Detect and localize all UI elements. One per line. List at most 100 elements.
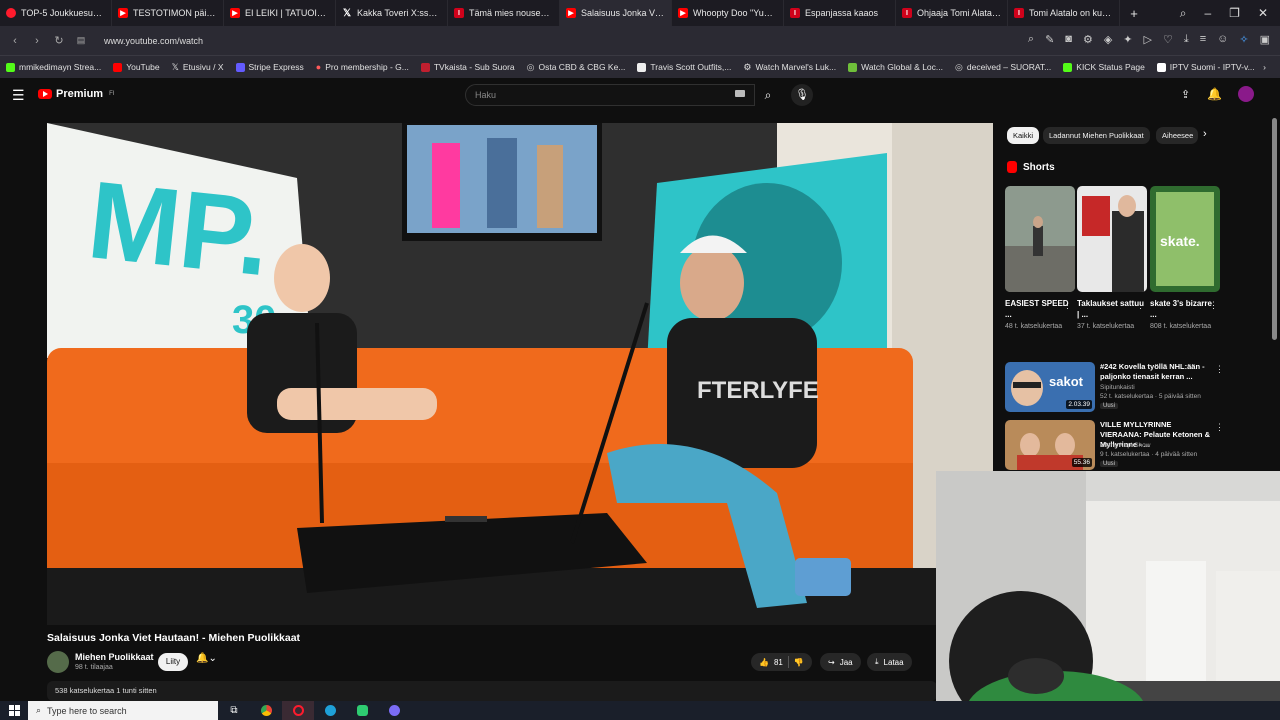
browser-tab[interactable]: ▶ TESTOTIMON päivä osa 1 [112,0,224,26]
new-tab-button[interactable]: + [1120,0,1148,26]
back-icon[interactable]: ‹ [4,35,26,47]
user-avatar[interactable] [1238,86,1254,102]
more-options-icon[interactable]: ⋮ [1136,300,1145,311]
like-button[interactable]: 👍 81 👎 [751,653,812,671]
views-and-date: 538 katselukertaa 1 tunti sitten [55,686,157,695]
opera-gx-icon[interactable] [282,701,314,720]
android-icon [848,62,858,72]
browser-tab[interactable]: I Tomi Alatalo on kuollut [1008,0,1120,26]
sidebar-icon[interactable]: ▣ [1260,33,1270,46]
bookmark[interactable]: Watch Global & Loc... [848,62,943,72]
chip-related[interactable]: Aiheesee [1156,127,1198,144]
pin-icon: ● [315,62,322,72]
hamburger-menu-icon[interactable]: ☰ [12,87,25,104]
page-scrollbar[interactable] [1272,118,1277,340]
more-options-icon[interactable]: ⋮ [1209,300,1218,311]
join-button[interactable]: Liity [158,653,188,671]
play-icon[interactable]: ▷ [1144,33,1152,46]
browser-tab[interactable]: I Tämä mies nousee valta [448,0,560,26]
bookmark[interactable]: mmikedimayn Strea... [6,62,101,72]
browser-tab[interactable]: I Ohjaaja Tomi Alatalon i [896,0,1008,26]
bookmark[interactable]: IPTV Suomi - IPTV-v... [1156,62,1255,72]
recommended-video[interactable]: sakot 2.03.39 #242 Kovella työllä NHL:ää… [1005,362,1224,412]
more-options-icon[interactable]: ⋮ [1215,364,1224,375]
edge-icon[interactable] [314,701,346,720]
search-input[interactable]: Haku [465,84,755,106]
download-icon: ⤓ [875,657,879,666]
thumbs-down-icon[interactable]: 👎 [794,658,804,667]
bookmark[interactable]: TVkaista - Sub Suora [420,62,515,72]
iltalehti-icon: I [454,8,464,18]
edit-icon[interactable]: ✎ [1045,33,1054,46]
bookmarks-overflow-icon[interactable]: › [1263,62,1266,72]
youtube-icon: ▶ [230,8,240,18]
bookmark[interactable]: ⚙ Watch Marvel's Luk... [743,62,836,73]
bookmark[interactable]: YouTube [113,62,160,72]
browser-tab[interactable]: 𝕏 Kakka Toveri X:ssä: "Kela [336,0,448,26]
chip-all[interactable]: Kaikki [1007,127,1040,144]
bookmark[interactable]: ◎ Osta CBD & CBG Ke... [527,62,626,73]
keyboard-icon[interactable] [735,90,745,97]
tab-search-icon[interactable]: ⌕ [1180,6,1187,21]
search-icon[interactable]: ⌕ [1028,33,1034,46]
chevron-right-icon[interactable]: › [1203,128,1207,140]
bookmark[interactable]: ● Pro membership - G... [316,62,409,72]
maximize-icon[interactable]: ❐ [1229,6,1240,20]
chrome-icon[interactable] [250,701,282,720]
task-view-icon[interactable]: ⧉ [218,701,250,720]
video-player[interactable]: MP. 30 FTERLYFE [47,123,993,625]
bookmark[interactable]: Stripe Express [235,62,304,72]
more-options-icon[interactable]: ⋮ [1063,300,1072,311]
menu-icon[interactable]: ≡ [1200,33,1206,46]
browser-tab[interactable]: ▶ EI LEIKI | TATUOITAVAKS [224,0,336,26]
bookmark[interactable]: KICK Status Page [1063,62,1145,72]
browser-tab[interactable]: I Espanjassa kaaos [784,0,896,26]
bookmark[interactable]: ◎ deceived – SUORAT... [955,62,1051,73]
close-icon[interactable]: ✕ [1258,6,1268,20]
profile-icon[interactable]: ☺ [1217,33,1228,46]
app-green-icon[interactable] [346,701,378,720]
youtube-premium-logo[interactable]: Premium FI [38,88,114,100]
recommended-video[interactable]: 55.36 VILLE MYLLYRINNE VIERAANA: Pelaute… [1005,420,1224,470]
extension-icon[interactable]: ✦ [1123,33,1132,46]
browser-tab[interactable]: TOP-5 Joukkuesuorituks [0,0,112,26]
url-field[interactable]: www.youtube.com/watch [104,36,203,46]
browser-tab[interactable]: ▶ Whoopty Doo "Yuno Mil [672,0,784,26]
vpn-icon[interactable]: ◈ [1104,33,1112,46]
reload-icon[interactable]: ↻ [48,34,70,47]
browser-tab-active[interactable]: ▶ Salaisuus Jonka Viet H [560,0,672,26]
subscribed-bell-icon[interactable]: 🔔⌄ [196,653,217,664]
forward-icon[interactable]: › [26,35,48,47]
more-options-icon[interactable]: ⋮ [1215,422,1224,433]
tab-label: Tomi Alatalo on kuollut [1029,8,1113,18]
windows-start-icon[interactable] [0,701,28,720]
notifications-bell-icon[interactable]: 🔔 [1207,87,1222,101]
x-icon: 𝕏 [171,61,179,72]
settings-icon[interactable]: ⚙ [1083,33,1093,46]
tab-label: Whoopty Doo "Yuno Mil [693,8,777,18]
bookmark[interactable]: 𝕏 Etusivu / X [172,62,224,73]
channel-avatar[interactable] [47,651,69,673]
video-title: Salaisuus Jonka Viet Hautaan! - Miehen P… [47,632,301,644]
tvkaista-icon [420,62,430,72]
bookmark[interactable]: Travis Scott Outfits,... [637,62,731,72]
download-icon[interactable]: ⤓ [1184,33,1189,46]
kick-icon [1063,62,1073,72]
upload-icon[interactable]: ⇪ [1181,88,1190,101]
download-button[interactable]: ⤓ Lataa [867,653,912,671]
discord-icon[interactable] [378,701,410,720]
taskbar-search-input[interactable]: ⌕ Type here to search [28,701,218,720]
channel-name[interactable]: Miehen Puolikkaat [75,652,154,662]
chip-uploaded-by-channel[interactable]: Ladannut Miehen Puolikkaat [1043,127,1150,144]
camera-icon[interactable]: ◙ [1065,33,1072,46]
aria-icon[interactable]: ✧ [1239,33,1248,46]
minimize-icon[interactable]: – [1204,6,1211,20]
description-box[interactable]: 538 katselukertaa 1 tunti sitten [47,681,937,701]
video-frame: MP. 30 FTERLYFE [47,123,993,625]
short-views: 37 t. katselukertaa [1077,323,1135,330]
video-thumbnail: 55.36 [1005,420,1095,470]
search-icon[interactable]: ⌕ [757,84,779,106]
heart-icon[interactable]: ♡ [1163,33,1173,46]
share-button[interactable]: ↪ Jaa [820,653,861,671]
microphone-icon[interactable]: 🎙 [791,84,813,106]
